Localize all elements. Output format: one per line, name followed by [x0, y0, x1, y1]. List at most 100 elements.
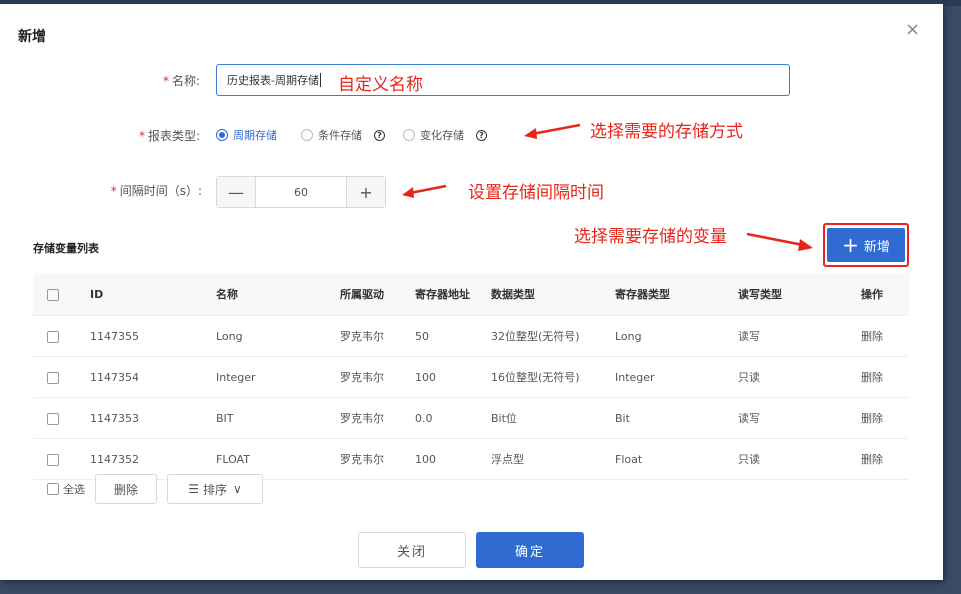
- table-row: 1147354 Integer 罗克韦尔 100 16位整型(无符号) Inte…: [33, 356, 909, 398]
- row-checkbox[interactable]: [47, 330, 59, 343]
- interval-label-text: 间隔时间（s）:: [119, 184, 202, 198]
- cell-driver: 罗克韦尔: [339, 356, 414, 398]
- name-label-text: 名称:: [171, 74, 200, 88]
- sort-label: 排序: [202, 482, 227, 497]
- decrement-button[interactable]: —: [217, 177, 256, 207]
- report-type-label-text: 报表类型:: [147, 129, 200, 143]
- radio-unchecked-icon: [403, 129, 415, 141]
- radio-unchecked-icon: [301, 129, 313, 141]
- close-icon[interactable]: ×: [905, 20, 920, 40]
- cell-address: 100: [414, 356, 490, 398]
- cell-data-type: Bit位: [490, 397, 614, 439]
- interval-stepper: — 60 +: [216, 176, 386, 208]
- annotation-variables: 选择需要存储的变量: [574, 227, 727, 247]
- radio-change-label: 变化存储: [420, 129, 464, 142]
- radio-conditional[interactable]: 条件存储: [301, 127, 362, 143]
- name-input[interactable]: 历史报表-周期存储: [216, 64, 790, 96]
- required-mark: *: [138, 129, 145, 143]
- row-checkbox[interactable]: [47, 371, 59, 384]
- cell-address: 100: [414, 438, 490, 480]
- cell-name: Long: [215, 315, 339, 357]
- header-checkbox[interactable]: [47, 288, 59, 301]
- cell-driver: 罗克韦尔: [339, 438, 414, 480]
- column-header: 所属驱动: [339, 273, 414, 316]
- cell-rw-type: 读写: [737, 397, 860, 439]
- interval-value[interactable]: 60: [256, 177, 346, 207]
- cell-register-type: Long: [614, 315, 737, 357]
- radio-conditional-label: 条件存储: [318, 129, 362, 142]
- add-report-dialog: 新增 × * 名称: 历史报表-周期存储 自定义名称 * 报表类型: 周期存储 条件…: [0, 4, 943, 580]
- annotation-name: 自定义名称: [338, 75, 423, 95]
- bulk-delete-button[interactable]: 删除: [95, 474, 157, 504]
- cell-rw-type: 只读: [737, 356, 860, 398]
- radio-change[interactable]: 变化存储: [403, 127, 464, 143]
- table-row: 1147353 BIT 罗克韦尔 0.0 Bit位 Bit 读写 删除: [33, 397, 909, 439]
- row-checkbox[interactable]: [47, 453, 59, 466]
- cell-rw-type: 只读: [737, 438, 860, 480]
- cell-register-type: Integer: [614, 356, 737, 398]
- column-header: 数据类型: [490, 273, 614, 316]
- confirm-button[interactable]: 确定: [476, 532, 584, 568]
- dialog-title: 新增: [18, 29, 46, 45]
- variables-table: ID 名称 所属驱动 寄存器地址 数据类型 寄存器类型 读写类型 操作 1147…: [33, 273, 909, 480]
- variables-section-title: 存储变量列表: [33, 242, 99, 255]
- annotation-arrow-icon: [524, 123, 581, 139]
- cell-id: 1147354: [89, 356, 215, 398]
- select-all-checkbox[interactable]: 全选: [47, 481, 85, 497]
- report-type-label: * 报表类型:: [110, 127, 200, 144]
- column-header: 寄存器类型: [614, 273, 737, 316]
- annotation-type: 选择需要的存储方式: [590, 122, 743, 142]
- name-input-value: 历史报表-周期存储: [227, 74, 319, 87]
- column-header: 名称: [215, 273, 339, 316]
- cell-register-type: Float: [614, 438, 737, 480]
- add-variable-button[interactable]: + 新增: [827, 228, 905, 262]
- plus-icon: +: [842, 233, 859, 257]
- table-toolbar: 全选 删除 ☰ 排序 ∨: [47, 474, 263, 504]
- column-header: ID: [89, 273, 215, 316]
- sort-icon: ☰: [188, 482, 199, 496]
- name-label: * 名称:: [120, 72, 200, 89]
- row-checkbox[interactable]: [47, 412, 59, 425]
- help-icon[interactable]: ?: [476, 129, 487, 141]
- increment-button[interactable]: +: [346, 177, 385, 207]
- required-mark: *: [110, 184, 117, 198]
- delete-link[interactable]: 删除: [860, 397, 909, 439]
- required-mark: *: [162, 74, 169, 88]
- cell-data-type: 16位整型(无符号): [490, 356, 614, 398]
- sort-button[interactable]: ☰ 排序 ∨: [167, 474, 263, 504]
- column-header: 操作: [860, 273, 909, 316]
- column-header: 寄存器地址: [414, 273, 490, 316]
- cell-data-type: 浮点型: [490, 438, 614, 480]
- table-row: 1147355 Long 罗克韦尔 50 32位整型(无符号) Long 读写 …: [33, 315, 909, 357]
- cell-rw-type: 读写: [737, 315, 860, 357]
- chevron-down-icon: ∨: [232, 482, 242, 496]
- annotation-interval: 设置存储间隔时间: [468, 183, 604, 203]
- cell-register-type: Bit: [614, 397, 737, 439]
- radio-periodic-label: 周期存储: [233, 129, 277, 142]
- annotation-arrow-icon: [402, 184, 447, 198]
- cell-driver: 罗克韦尔: [339, 397, 414, 439]
- interval-label: * 间隔时间（s）:: [90, 182, 202, 199]
- cell-driver: 罗克韦尔: [339, 315, 414, 357]
- column-header: 读写类型: [737, 273, 860, 316]
- select-all-label: 全选: [63, 483, 85, 496]
- radio-periodic[interactable]: 周期存储: [216, 127, 277, 143]
- annotation-arrow-icon: [746, 232, 813, 251]
- report-type-radio-group: 周期存储 条件存储 ? 变化存储 ?: [216, 127, 505, 143]
- cell-name: BIT: [215, 397, 339, 439]
- cell-address: 50: [414, 315, 490, 357]
- delete-link[interactable]: 删除: [860, 315, 909, 357]
- checkbox-icon: [47, 483, 59, 495]
- help-icon[interactable]: ?: [374, 129, 385, 141]
- cell-name: Integer: [215, 356, 339, 398]
- cell-data-type: 32位整型(无符号): [490, 315, 614, 357]
- cell-id: 1147353: [89, 397, 215, 439]
- delete-link[interactable]: 删除: [860, 438, 909, 480]
- add-variable-label: 新增: [863, 239, 890, 255]
- table-header-row: ID 名称 所属驱动 寄存器地址 数据类型 寄存器类型 读写类型 操作: [33, 273, 909, 316]
- delete-link[interactable]: 删除: [860, 356, 909, 398]
- cell-address: 0.0: [414, 397, 490, 439]
- close-button[interactable]: 关闭: [358, 532, 466, 568]
- cell-id: 1147355: [89, 315, 215, 357]
- radio-checked-icon: [216, 129, 228, 141]
